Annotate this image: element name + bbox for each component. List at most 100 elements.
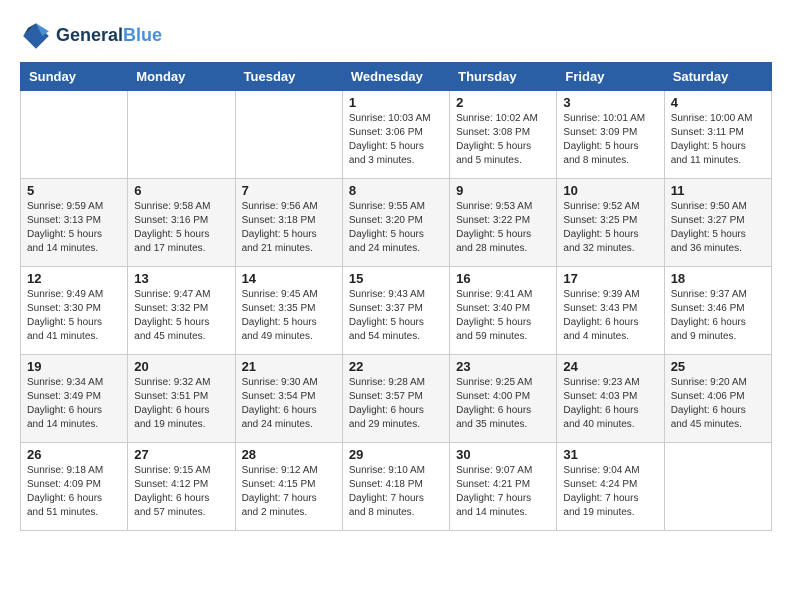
day-number: 30 bbox=[456, 447, 550, 462]
calendar-cell: 18 Sunrise: 9:37 AM Sunset: 3:46 PM Dayli… bbox=[664, 267, 771, 355]
day-info: Sunrise: 9:53 AM Sunset: 3:22 PM Dayligh… bbox=[456, 200, 550, 256]
day-info: Sunrise: 9:56 AM Sunset: 3:18 PM Dayligh… bbox=[242, 200, 336, 256]
weekday-header-sunday: Sunday bbox=[21, 63, 128, 91]
day-info: Sunrise: 9:50 AM Sunset: 3:27 PM Dayligh… bbox=[671, 200, 765, 256]
day-number: 10 bbox=[563, 183, 657, 198]
day-info: Sunrise: 10:00 AM Sunset: 3:11 PM Daylig… bbox=[671, 112, 765, 168]
day-number: 18 bbox=[671, 271, 765, 286]
day-info: Sunrise: 9:04 AM Sunset: 4:24 PM Dayligh… bbox=[563, 464, 657, 520]
day-number: 23 bbox=[456, 359, 550, 374]
day-info: Sunrise: 9:45 AM Sunset: 3:35 PM Dayligh… bbox=[242, 288, 336, 344]
day-number: 3 bbox=[563, 95, 657, 110]
calendar-cell bbox=[235, 91, 342, 179]
day-number: 13 bbox=[134, 271, 228, 286]
weekday-header-row: SundayMondayTuesdayWednesdayThursdayFrid… bbox=[21, 63, 772, 91]
calendar-cell: 27Sunrise: 9:15 AM Sunset: 4:12 PM Dayli… bbox=[128, 443, 235, 531]
day-number: 16 bbox=[456, 271, 550, 286]
calendar-cell bbox=[128, 91, 235, 179]
calendar-cell: 30 Sunrise: 9:07 AM Sunset: 4:21 PM Dayli… bbox=[450, 443, 557, 531]
logo: GeneralBlue bbox=[20, 20, 162, 52]
calendar-cell: 23Sunrise: 9:25 AM Sunset: 4:00 PM Dayli… bbox=[450, 355, 557, 443]
day-info: Sunrise: 9:58 AM Sunset: 3:16 PM Dayligh… bbox=[134, 200, 228, 256]
calendar-cell: 4 Sunrise: 10:00 AM Sunset: 3:11 PM Dayli… bbox=[664, 91, 771, 179]
weekday-header-saturday: Saturday bbox=[664, 63, 771, 91]
day-info: Sunrise: 9:47 AM Sunset: 3:32 PM Dayligh… bbox=[134, 288, 228, 344]
day-number: 20 bbox=[134, 359, 228, 374]
day-number: 25 bbox=[671, 359, 765, 374]
weekday-header-tuesday: Tuesday bbox=[235, 63, 342, 91]
day-number: 5 bbox=[27, 183, 121, 198]
weekday-header-wednesday: Wednesday bbox=[342, 63, 449, 91]
day-info: Sunrise: 9:32 AM Sunset: 3:51 PM Dayligh… bbox=[134, 376, 228, 432]
day-info: Sunrise: 10:01 AM Sunset: 3:09 PM Daylig… bbox=[563, 112, 657, 168]
day-number: 19 bbox=[27, 359, 121, 374]
weekday-header-friday: Friday bbox=[557, 63, 664, 91]
logo-text: GeneralBlue bbox=[56, 26, 162, 46]
week-row-1: 1 Sunrise: 10:03 AM Sunset: 3:06 PM Dayli… bbox=[21, 91, 772, 179]
day-number: 8 bbox=[349, 183, 443, 198]
calendar-cell: 29 Sunrise: 9:10 AM Sunset: 4:18 PM Dayli… bbox=[342, 443, 449, 531]
day-info: Sunrise: 9:07 AM Sunset: 4:21 PM Dayligh… bbox=[456, 464, 550, 520]
calendar-cell: 16 Sunrise: 9:41 AM Sunset: 3:40 PM Dayli… bbox=[450, 267, 557, 355]
week-row-2: 5Sunrise: 9:59 AM Sunset: 3:13 PM Daylig… bbox=[21, 179, 772, 267]
day-number: 21 bbox=[242, 359, 336, 374]
day-info: Sunrise: 9:55 AM Sunset: 3:20 PM Dayligh… bbox=[349, 200, 443, 256]
calendar-cell: 31 Sunrise: 9:04 AM Sunset: 4:24 PM Dayli… bbox=[557, 443, 664, 531]
calendar-cell: 6Sunrise: 9:58 AM Sunset: 3:16 PM Daylig… bbox=[128, 179, 235, 267]
day-number: 1 bbox=[349, 95, 443, 110]
calendar-cell: 19 Sunrise: 9:34 AM Sunset: 3:49 PM Dayli… bbox=[21, 355, 128, 443]
day-info: Sunrise: 9:34 AM Sunset: 3:49 PM Dayligh… bbox=[27, 376, 121, 432]
day-info: Sunrise: 9:30 AM Sunset: 3:54 PM Dayligh… bbox=[242, 376, 336, 432]
day-info: Sunrise: 9:41 AM Sunset: 3:40 PM Dayligh… bbox=[456, 288, 550, 344]
day-number: 28 bbox=[242, 447, 336, 462]
calendar-cell: 24 Sunrise: 9:23 AM Sunset: 4:03 PM Dayli… bbox=[557, 355, 664, 443]
day-info: Sunrise: 10:02 AM Sunset: 3:08 PM Daylig… bbox=[456, 112, 550, 168]
week-row-4: 19 Sunrise: 9:34 AM Sunset: 3:49 PM Dayli… bbox=[21, 355, 772, 443]
day-number: 31 bbox=[563, 447, 657, 462]
day-number: 4 bbox=[671, 95, 765, 110]
calendar-cell: 17 Sunrise: 9:39 AM Sunset: 3:43 PM Dayli… bbox=[557, 267, 664, 355]
week-row-5: 26 Sunrise: 9:18 AM Sunset: 4:09 PM Dayli… bbox=[21, 443, 772, 531]
calendar-cell bbox=[21, 91, 128, 179]
calendar-cell: 1 Sunrise: 10:03 AM Sunset: 3:06 PM Dayli… bbox=[342, 91, 449, 179]
day-info: Sunrise: 9:52 AM Sunset: 3:25 PM Dayligh… bbox=[563, 200, 657, 256]
week-row-3: 12Sunrise: 9:49 AM Sunset: 3:30 PM Dayli… bbox=[21, 267, 772, 355]
calendar-cell: 12Sunrise: 9:49 AM Sunset: 3:30 PM Dayli… bbox=[21, 267, 128, 355]
day-number: 7 bbox=[242, 183, 336, 198]
calendar-cell: 21 Sunrise: 9:30 AM Sunset: 3:54 PM Dayli… bbox=[235, 355, 342, 443]
day-info: Sunrise: 9:23 AM Sunset: 4:03 PM Dayligh… bbox=[563, 376, 657, 432]
calendar-cell: 7 Sunrise: 9:56 AM Sunset: 3:18 PM Daylig… bbox=[235, 179, 342, 267]
day-number: 22 bbox=[349, 359, 443, 374]
calendar-cell: 9 Sunrise: 9:53 AM Sunset: 3:22 PM Daylig… bbox=[450, 179, 557, 267]
calendar-cell: 22Sunrise: 9:28 AM Sunset: 3:57 PM Dayli… bbox=[342, 355, 449, 443]
day-info: Sunrise: 9:49 AM Sunset: 3:30 PM Dayligh… bbox=[27, 288, 121, 344]
calendar-cell: 2 Sunrise: 10:02 AM Sunset: 3:08 PM Dayli… bbox=[450, 91, 557, 179]
logo-icon bbox=[20, 20, 52, 52]
weekday-header-thursday: Thursday bbox=[450, 63, 557, 91]
calendar-cell: 11Sunrise: 9:50 AM Sunset: 3:27 PM Dayli… bbox=[664, 179, 771, 267]
day-number: 17 bbox=[563, 271, 657, 286]
day-number: 26 bbox=[27, 447, 121, 462]
day-number: 29 bbox=[349, 447, 443, 462]
day-number: 14 bbox=[242, 271, 336, 286]
day-info: Sunrise: 9:39 AM Sunset: 3:43 PM Dayligh… bbox=[563, 288, 657, 344]
day-info: Sunrise: 10:03 AM Sunset: 3:06 PM Daylig… bbox=[349, 112, 443, 168]
day-info: Sunrise: 9:18 AM Sunset: 4:09 PM Dayligh… bbox=[27, 464, 121, 520]
day-info: Sunrise: 9:37 AM Sunset: 3:46 PM Dayligh… bbox=[671, 288, 765, 344]
calendar-cell: 10 Sunrise: 9:52 AM Sunset: 3:25 PM Dayli… bbox=[557, 179, 664, 267]
day-info: Sunrise: 9:12 AM Sunset: 4:15 PM Dayligh… bbox=[242, 464, 336, 520]
day-info: Sunrise: 9:10 AM Sunset: 4:18 PM Dayligh… bbox=[349, 464, 443, 520]
calendar-cell bbox=[664, 443, 771, 531]
calendar-cell: 20 Sunrise: 9:32 AM Sunset: 3:51 PM Dayli… bbox=[128, 355, 235, 443]
weekday-header-monday: Monday bbox=[128, 63, 235, 91]
calendar: SundayMondayTuesdayWednesdayThursdayFrid… bbox=[20, 62, 772, 531]
calendar-cell: 28 Sunrise: 9:12 AM Sunset: 4:15 PM Dayli… bbox=[235, 443, 342, 531]
day-number: 2 bbox=[456, 95, 550, 110]
calendar-cell: 25 Sunrise: 9:20 AM Sunset: 4:06 PM Dayli… bbox=[664, 355, 771, 443]
day-info: Sunrise: 9:20 AM Sunset: 4:06 PM Dayligh… bbox=[671, 376, 765, 432]
day-number: 9 bbox=[456, 183, 550, 198]
calendar-cell: 15Sunrise: 9:43 AM Sunset: 3:37 PM Dayli… bbox=[342, 267, 449, 355]
day-info: Sunrise: 9:15 AM Sunset: 4:12 PM Dayligh… bbox=[134, 464, 228, 520]
day-number: 24 bbox=[563, 359, 657, 374]
calendar-cell: 13 Sunrise: 9:47 AM Sunset: 3:32 PM Dayli… bbox=[128, 267, 235, 355]
